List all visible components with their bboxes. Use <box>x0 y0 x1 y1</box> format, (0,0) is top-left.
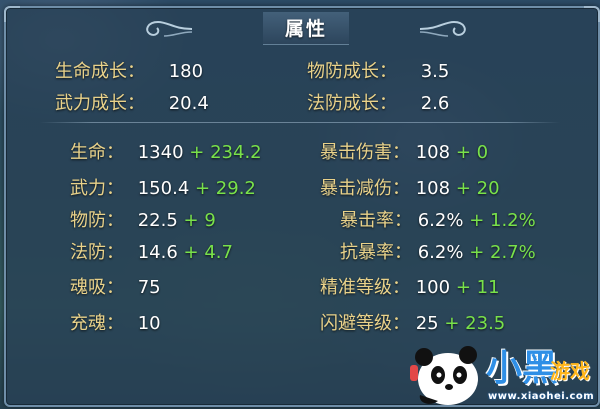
growth-row-hp: 生命成长： 180 <box>55 57 203 83</box>
stat-label: 充魂： <box>70 313 124 334</box>
swirl-ornament-icon <box>419 20 466 37</box>
stat-label: 物防成长： <box>307 61 397 82</box>
section-divider <box>40 122 560 123</box>
site-watermark: 小黑 游戏 www.xiaohei.com <box>408 335 600 409</box>
stat-value: 25 <box>415 313 439 334</box>
stat-label: 生命： <box>70 142 124 163</box>
brand-name: 小黑 <box>486 348 559 389</box>
stat-label: 抗暴率： <box>340 242 412 263</box>
growth-row-attack: 武力成长： 20.4 <box>55 89 209 115</box>
stat-row-soul-charge: 充魂： 10 <box>70 309 161 335</box>
panel-corner-ornament <box>4 6 20 22</box>
panel-corner-ornament <box>584 6 600 22</box>
stat-value: 22.5 <box>137 210 178 231</box>
stat-row-mag-def: 法防： 14.6 + 4.7 <box>70 238 233 264</box>
growth-row-mag-def: 法防成长： 2.6 <box>307 89 449 115</box>
stat-label: 暴击减伤： <box>320 178 410 199</box>
stat-label: 法防： <box>70 242 124 263</box>
stat-bonus: + 23.5 <box>444 313 506 334</box>
stat-label: 法防成长： <box>307 93 397 114</box>
title-plate: 属性 <box>262 11 349 45</box>
stat-value: 150.4 <box>137 178 190 199</box>
stat-label: 武力成长： <box>55 93 145 114</box>
stat-value: 10 <box>137 313 161 334</box>
stat-label: 闪避等级： <box>320 313 410 334</box>
stat-bonus: + 20 <box>455 178 500 199</box>
stat-label: 暴击伤害： <box>320 142 410 163</box>
stat-row-accuracy: 精准等级： 100 + 11 <box>320 273 500 299</box>
stat-value: 20.4 <box>168 93 209 114</box>
swirl-ornament-icon <box>146 20 193 37</box>
stat-value: 14.6 <box>137 242 178 263</box>
stat-value: 108 <box>415 178 451 199</box>
brand-suffix: 游戏 <box>550 359 590 383</box>
stat-bonus: + 1.2% <box>469 210 536 231</box>
stat-value: 2.6 <box>420 93 450 114</box>
stat-value: 180 <box>168 61 204 82</box>
panda-mascot-icon <box>410 346 478 405</box>
stat-row-phys-def: 物防： 22.5 + 9 <box>70 206 216 232</box>
stat-value: 1340 <box>137 142 184 163</box>
stat-label: 武力： <box>70 178 124 199</box>
stat-row-crit-resist: 抗暴率： 6.2% + 2.7% <box>340 238 536 264</box>
title-bar: 属性 <box>116 10 496 46</box>
stat-bonus: + 9 <box>183 210 216 231</box>
stat-bonus: + 2.7% <box>469 242 536 263</box>
stat-label: 暴击率： <box>340 210 412 231</box>
stat-row-crit-damage: 暴击伤害： 108 + 0 <box>320 138 488 164</box>
stat-row-attack: 武力： 150.4 + 29.2 <box>70 174 256 200</box>
stat-row-crit-rate: 暴击率： 6.2% + 1.2% <box>340 206 536 232</box>
stat-row-hp: 生命： 1340 + 234.2 <box>70 138 262 164</box>
stat-value: 100 <box>415 277 451 298</box>
stat-bonus: + 234.2 <box>189 142 262 163</box>
stat-label: 物防： <box>70 210 124 231</box>
stat-label: 生命成长： <box>55 61 145 82</box>
panel-title: 属性 <box>284 18 327 40</box>
stat-row-crit-reduction: 暴击减伤： 108 + 20 <box>320 174 500 200</box>
stat-row-soul-drain: 魂吸： 75 <box>70 273 161 299</box>
stat-bonus: + 29.2 <box>195 178 256 199</box>
stat-value: 6.2% <box>417 242 464 263</box>
growth-row-phys-def: 物防成长： 3.5 <box>307 57 449 83</box>
stat-label: 魂吸： <box>70 277 124 298</box>
brand-url: www.xiaohei.com <box>488 391 595 402</box>
stat-value: 6.2% <box>417 210 464 231</box>
stat-row-evasion: 闪避等级： 25 + 23.5 <box>320 309 505 335</box>
stat-value: 3.5 <box>420 61 450 82</box>
stat-value: 75 <box>137 277 161 298</box>
stat-bonus: + 11 <box>455 277 500 298</box>
stat-bonus: + 4.7 <box>183 242 233 263</box>
stat-bonus: + 0 <box>455 142 489 163</box>
stat-label: 精准等级： <box>320 277 410 298</box>
stat-value: 108 <box>415 142 451 163</box>
